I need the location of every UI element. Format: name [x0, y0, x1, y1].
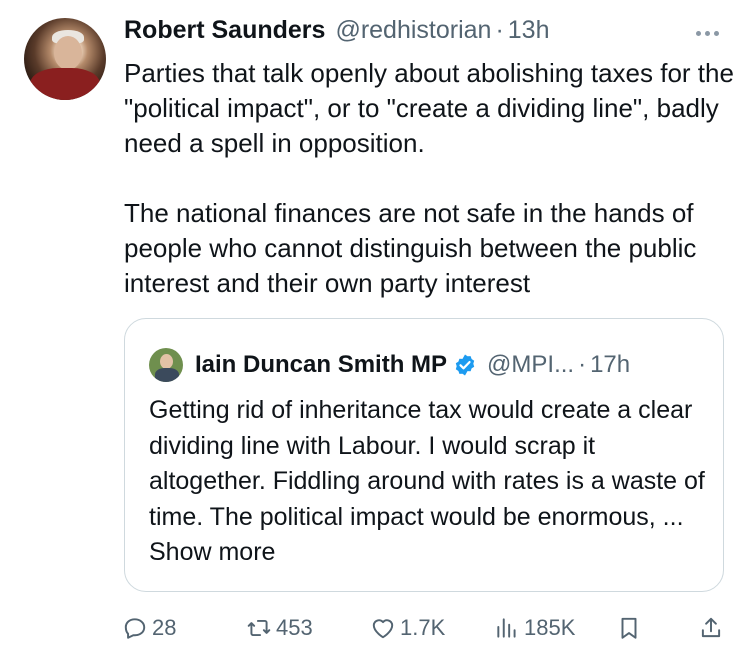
- author-handle[interactable]: @redhistorian: [335, 16, 491, 45]
- quoted-tweet-timestamp: 17h: [590, 351, 631, 378]
- like-count: 1.7K: [400, 615, 446, 640]
- author-name[interactable]: Robert Saunders: [124, 16, 325, 45]
- views-icon: [497, 618, 516, 638]
- share-icon: [701, 617, 721, 638]
- views-count: 185K: [524, 615, 576, 640]
- reply-button[interactable]: 28: [122, 608, 176, 648]
- quoted-author-handle: @MPI...: [487, 351, 575, 378]
- quoted-tweet-text: Getting rid of inheritance tax would cre…: [149, 393, 709, 571]
- share-button[interactable]: [698, 608, 728, 648]
- more-icon[interactable]: [690, 18, 724, 48]
- tweet-paragraph: Parties that talk openly about abolishin…: [124, 58, 734, 158]
- quoted-tweet[interactable]: Iain Duncan Smith MP @MPI... · 17h Getti…: [124, 318, 724, 592]
- tweet-timestamp[interactable]: 13h: [508, 16, 550, 45]
- bookmark-icon: [621, 617, 637, 639]
- reply-count: 28: [152, 615, 177, 640]
- repost-icon: [247, 619, 271, 637]
- repost-count: 453: [276, 615, 313, 640]
- heart-icon: [372, 619, 394, 639]
- repost-button[interactable]: 453: [246, 608, 313, 648]
- quoted-tweet-header: Iain Duncan Smith MP @MPI... · 17h: [149, 347, 630, 383]
- views-button[interactable]: 185K: [494, 608, 575, 648]
- avatar-coat: [30, 68, 100, 100]
- separator-dot: ·: [578, 351, 587, 378]
- bookmark-button[interactable]: [616, 608, 646, 648]
- tweet-action-bar: 28 453 1.7K 185K: [0, 608, 750, 648]
- author-avatar[interactable]: [24, 18, 106, 100]
- verified-badge-icon: [455, 354, 475, 376]
- quoted-author-name: Iain Duncan Smith MP: [195, 351, 448, 378]
- show-more-link[interactable]: Show more: [149, 538, 275, 566]
- tweet-text: Parties that talk openly about abolishin…: [124, 56, 734, 301]
- reply-icon: [124, 618, 146, 639]
- separator-dot: ·: [495, 16, 504, 44]
- tweet-paragraph: The national finances are not safe in th…: [124, 198, 697, 298]
- tweet-header: Robert Saunders @redhistorian · 13h: [124, 16, 550, 50]
- like-button[interactable]: 1.7K: [370, 608, 445, 648]
- avatar-face: [54, 36, 82, 70]
- quoted-tweet-body: Getting rid of inheritance tax would cre…: [149, 396, 705, 531]
- quoted-author-avatar[interactable]: [149, 348, 183, 382]
